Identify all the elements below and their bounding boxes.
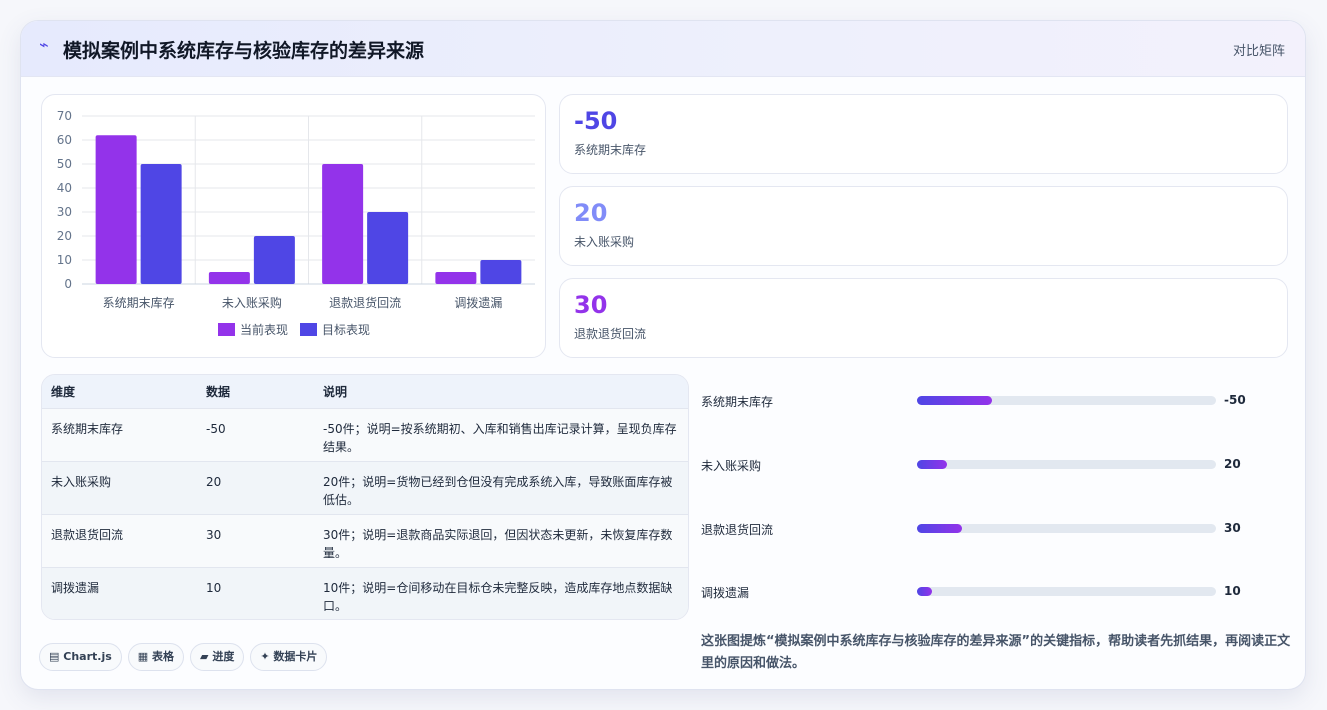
x-tick-label: 系统期末库存 <box>103 295 175 310</box>
progress-fill <box>917 587 932 596</box>
table-icon: ▦ <box>137 650 149 663</box>
chip-progress[interactable]: ▰ 进度 <box>190 643 245 671</box>
chip-chartjs[interactable]: ▤ Chart.js <box>39 643 122 671</box>
data-table: 维度 数据 说明 系统期末库存 -50 -50件；说明=按系统期初、入库和销售出… <box>42 375 688 619</box>
x-tick-label: 未入账采购 <box>222 295 282 310</box>
progress-row: 退款退货回流 30 <box>701 519 1291 539</box>
y-tick-label: 20 <box>57 229 72 243</box>
legend-label: 目标表现 <box>322 323 370 337</box>
table-row: 未入账采购 20 20件；说明=货物已经到仓但没有完成系统入库，导致账面库存被低… <box>42 460 688 514</box>
page-title: 模拟案例中系统库存与核验库存的差异来源 <box>63 40 425 62</box>
bar-chart-panel: 0 10 20 30 40 50 60 70 系统期末库存 未入账采购 退款退货回流 调拨遗漏当前表现… <box>41 94 546 358</box>
progress-icon: ▰ <box>200 650 209 663</box>
stat-value: 30 <box>574 291 608 319</box>
table-cell: -50件；说明=按系统期初、入库和销售出库记录计算，呈现负库存结果。 <box>314 407 688 461</box>
y-tick-label: 40 <box>57 181 72 195</box>
table-cell: 退款退货回流 <box>42 513 197 567</box>
stat-value: 20 <box>574 199 608 227</box>
table-cell: 20 <box>197 460 314 514</box>
table-row: 退款退货回流 30 30件；说明=退款商品实际退回，但因状态未更新，未恢复库存数… <box>42 513 688 567</box>
chart-icon: ▤ <box>49 650 60 663</box>
sparkle-icon: ✦ <box>260 650 270 663</box>
progress-label: 调拨遗漏 <box>701 586 750 600</box>
progress-track <box>917 587 1216 596</box>
summary-text: 这张图提炼“模拟案例中系统库存与核验库存的差异来源”的关键指标，帮助读者先抓结果… <box>701 634 1291 671</box>
y-tick-label: 30 <box>57 205 72 219</box>
column-header: 维度 <box>51 384 76 399</box>
column-header: 说明 <box>323 384 348 399</box>
stat-card: -50 系统期末库存 <box>559 94 1288 174</box>
stat-card: 30 退款退货回流 <box>559 278 1288 358</box>
y-tick-label: 0 <box>64 277 72 291</box>
progress-row: 系统期末库存 -50 <box>701 391 1291 411</box>
data-table-panel: 维度 数据 说明 系统期末库存 -50 -50件；说明=按系统期初、入库和销售出… <box>41 374 689 620</box>
stat-card: 20 未入账采购 <box>559 186 1288 266</box>
stat-value: -50 <box>574 107 618 135</box>
progress-label: 系统期末库存 <box>701 395 774 409</box>
y-tick-label: 10 <box>57 253 72 267</box>
table-cell: 系统期末库存 <box>42 407 197 461</box>
stat-label: 退款退货回流 <box>574 327 647 341</box>
x-tick-label: 调拨遗漏 <box>454 296 502 310</box>
sparkle-icon: ⌁ <box>39 35 49 54</box>
chip-label: 表格 <box>152 650 175 663</box>
bar <box>367 212 409 284</box>
header-bar: ⌁ 模拟案例中系统库存与核验库存的差异来源 对比矩阵 <box>21 21 1305 77</box>
view-badge[interactable]: 对比矩阵 <box>1233 40 1285 59</box>
tag-chips: ▤ Chart.js ▦ 表格 ▰ 进度 ✦ 数据卡片 <box>39 643 333 671</box>
table-cell: 未入账采购 <box>42 460 197 514</box>
table-cell: 20件；说明=货物已经到仓但没有完成系统入库，导致账面库存被低估。 <box>314 460 688 514</box>
y-tick-label: 70 <box>57 109 72 123</box>
progress-fill <box>917 396 992 405</box>
stat-label: 未入账采购 <box>574 235 635 249</box>
progress-label: 未入账采购 <box>701 459 762 473</box>
chip-label: 数据卡片 <box>273 650 318 663</box>
progress-row: 未入账采购 20 <box>701 455 1291 475</box>
progress-track <box>917 396 1216 405</box>
bar-chart: 0 10 20 30 40 50 60 70 系统期末库存 未入账采购 退款退货回流 调拨遗漏当前表现… <box>57 109 535 337</box>
chip-label: 进度 <box>212 650 235 663</box>
bar <box>140 164 182 284</box>
progress-fill <box>917 460 947 469</box>
y-tick-label: 60 <box>57 133 72 147</box>
bar <box>322 164 364 284</box>
table-header-row: 维度 数据 说明 <box>42 375 688 408</box>
table-cell: -50 <box>197 407 314 461</box>
main-card: ⌁ 模拟案例中系统库存与核验库存的差异来源 对比矩阵 0 10 20 30 40 50 60… <box>20 20 1306 690</box>
table-cell: 30 <box>197 513 314 567</box>
x-tick-label: 退款退货回流 <box>329 295 401 310</box>
table-cell: 10件；说明=仓间移动在目标仓未完整反映，造成库存地点数据缺口。 <box>314 566 688 619</box>
progress-value: 20 <box>1224 457 1241 471</box>
stat-label: 系统期末库存 <box>574 143 647 157</box>
y-tick-label: 50 <box>57 157 72 171</box>
table-cell: 调拨遗漏 <box>42 566 197 619</box>
legend-swatch <box>218 323 235 336</box>
legend-swatch <box>300 323 317 336</box>
table-cell: 30件；说明=退款商品实际退回，但因状态未更新，未恢复库存数量。 <box>314 513 688 567</box>
bar <box>253 236 295 284</box>
legend-label: 当前表现 <box>240 322 288 337</box>
progress-value: 30 <box>1224 521 1241 535</box>
bar <box>435 272 477 284</box>
table-row: 调拨遗漏 10 10件；说明=仓间移动在目标仓未完整反映，造成库存地点数据缺口。 <box>42 566 688 619</box>
chip-table[interactable]: ▦ 表格 <box>127 643 185 671</box>
bar <box>208 272 250 284</box>
progress-track <box>917 460 1216 469</box>
bar <box>480 260 522 284</box>
progress-row: 调拨遗漏 10 <box>701 582 1291 602</box>
chip-data-card[interactable]: ✦ 数据卡片 <box>250 643 328 671</box>
progress-fill <box>917 524 962 533</box>
bar <box>95 135 137 284</box>
progress-label: 退款退货回流 <box>701 523 774 537</box>
table-row: 系统期末库存 -50 -50件；说明=按系统期初、入库和销售出库记录计算，呈现负… <box>42 407 688 461</box>
table-cell: 10 <box>197 566 314 619</box>
chip-label: Chart.js <box>63 650 112 663</box>
progress-track <box>917 524 1216 533</box>
progress-value: -50 <box>1224 393 1246 407</box>
column-header: 数据 <box>206 384 231 399</box>
progress-value: 10 <box>1224 584 1241 598</box>
